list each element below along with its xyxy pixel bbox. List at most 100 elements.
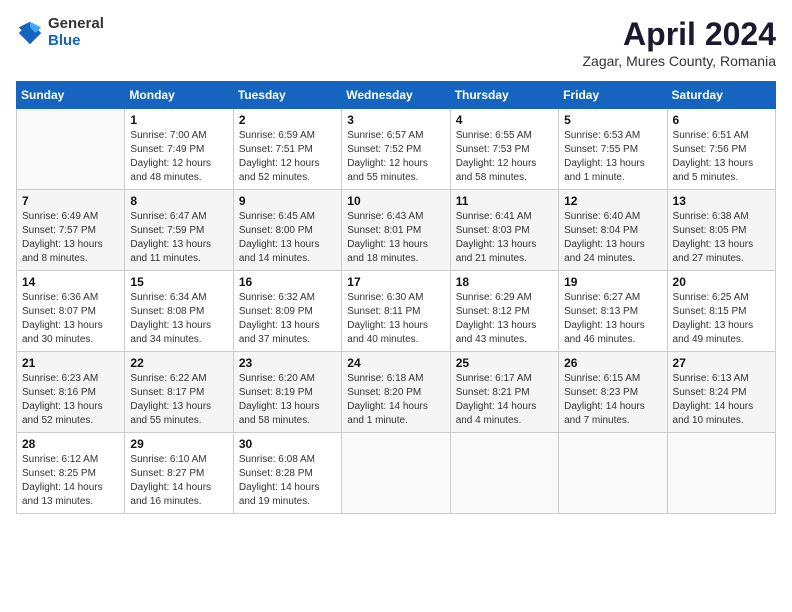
calendar-cell: 14 Sunrise: 6:36 AM Sunset: 8:07 PM Dayli… — [17, 271, 125, 352]
day-number: 2 — [239, 113, 336, 127]
page-header: General Blue April 2024 Zagar, Mures Cou… — [16, 16, 776, 69]
calendar-header-row: Sunday Monday Tuesday Wednesday Thursday… — [17, 82, 776, 109]
calendar-cell: 9 Sunrise: 6:45 AM Sunset: 8:00 PM Daylig… — [233, 190, 341, 271]
day-number: 26 — [564, 356, 661, 370]
day-info: Sunrise: 6:40 AM Sunset: 8:04 PM Dayligh… — [564, 210, 661, 266]
header-saturday: Saturday — [667, 82, 775, 109]
header-sunday: Sunday — [17, 82, 125, 109]
logo: General Blue — [16, 16, 104, 49]
calendar-cell: 2 Sunrise: 6:59 AM Sunset: 7:51 PM Daylig… — [233, 109, 341, 190]
day-number: 4 — [456, 113, 553, 127]
calendar-week-row: 7 Sunrise: 6:49 AM Sunset: 7:57 PM Daylig… — [17, 190, 776, 271]
day-info: Sunrise: 6:15 AM Sunset: 8:23 PM Dayligh… — [564, 372, 661, 428]
day-number: 28 — [22, 437, 119, 451]
day-info: Sunrise: 6:23 AM Sunset: 8:16 PM Dayligh… — [22, 372, 119, 428]
day-number: 6 — [673, 113, 770, 127]
calendar-cell — [450, 433, 558, 514]
day-number: 12 — [564, 194, 661, 208]
calendar-cell — [559, 433, 667, 514]
day-number: 3 — [347, 113, 444, 127]
calendar-cell: 25Sunrise: 6:17 AM Sunset: 8:21 PM Dayli… — [450, 352, 558, 433]
day-info: Sunrise: 6:55 AM Sunset: 7:53 PM Dayligh… — [456, 129, 553, 185]
calendar-cell: 21 Sunrise: 6:23 AM Sunset: 8:16 PM Dayli… — [17, 352, 125, 433]
day-number: 1 — [130, 113, 227, 127]
day-info: Sunrise: 6:49 AM Sunset: 7:57 PM Dayligh… — [22, 210, 119, 266]
calendar-cell: 13 Sunrise: 6:38 AM Sunset: 8:05 PM Dayli… — [667, 190, 775, 271]
calendar-cell: 3 Sunrise: 6:57 AM Sunset: 7:52 PM Daylig… — [342, 109, 450, 190]
day-info: Sunrise: 6:34 AM Sunset: 8:08 PM Dayligh… — [130, 291, 227, 347]
day-info: Sunrise: 6:57 AM Sunset: 7:52 PM Dayligh… — [347, 129, 444, 185]
calendar-week-row: 28 Sunrise: 6:12 AM Sunset: 8:25 PM Dayli… — [17, 433, 776, 514]
calendar-cell: 4 Sunrise: 6:55 AM Sunset: 7:53 PM Daylig… — [450, 109, 558, 190]
calendar-cell: 5 Sunrise: 6:53 AM Sunset: 7:55 PM Daylig… — [559, 109, 667, 190]
header-thursday: Thursday — [450, 82, 558, 109]
day-number: 10 — [347, 194, 444, 208]
day-info: Sunrise: 6:36 AM Sunset: 8:07 PM Dayligh… — [22, 291, 119, 347]
day-number: 11 — [456, 194, 553, 208]
day-info: Sunrise: 6:53 AM Sunset: 7:55 PM Dayligh… — [564, 129, 661, 185]
day-number: 7 — [22, 194, 119, 208]
month-title: April 2024 — [583, 16, 777, 53]
day-info: Sunrise: 6:45 AM Sunset: 8:00 PM Dayligh… — [239, 210, 336, 266]
calendar-week-row: 21 Sunrise: 6:23 AM Sunset: 8:16 PM Dayli… — [17, 352, 776, 433]
calendar-cell: 28 Sunrise: 6:12 AM Sunset: 8:25 PM Dayli… — [17, 433, 125, 514]
day-info: Sunrise: 6:43 AM Sunset: 8:01 PM Dayligh… — [347, 210, 444, 266]
day-number: 8 — [130, 194, 227, 208]
day-number: 9 — [239, 194, 336, 208]
logo-text: General Blue — [48, 16, 104, 49]
day-info: Sunrise: 6:38 AM Sunset: 8:05 PM Dayligh… — [673, 210, 770, 266]
calendar-cell: 12 Sunrise: 6:40 AM Sunset: 8:04 PM Dayli… — [559, 190, 667, 271]
day-number: 25 — [456, 356, 553, 370]
calendar-cell — [667, 433, 775, 514]
calendar-cell: 29 Sunrise: 6:10 AM Sunset: 8:27 PM Dayli… — [125, 433, 233, 514]
calendar-cell: 19Sunrise: 6:27 AM Sunset: 8:13 PM Dayli… — [559, 271, 667, 352]
calendar-cell: 10 Sunrise: 6:43 AM Sunset: 8:01 PM Dayli… — [342, 190, 450, 271]
day-info: Sunrise: 6:30 AM Sunset: 8:11 PM Dayligh… — [347, 291, 444, 347]
calendar-cell: 18 Sunrise: 6:29 AM Sunset: 8:12 PM Dayli… — [450, 271, 558, 352]
logo-icon — [16, 19, 44, 47]
calendar-cell: 8 Sunrise: 6:47 AM Sunset: 7:59 PM Daylig… — [125, 190, 233, 271]
day-info: Sunrise: 6:18 AM Sunset: 8:20 PM Dayligh… — [347, 372, 444, 428]
day-info: Sunrise: 6:25 AM Sunset: 8:15 PM Dayligh… — [673, 291, 770, 347]
day-info: Sunrise: 6:51 AM Sunset: 7:56 PM Dayligh… — [673, 129, 770, 185]
calendar-cell: 24 Sunrise: 6:18 AM Sunset: 8:20 PM Dayli… — [342, 352, 450, 433]
calendar-cell: 11Sunrise: 6:41 AM Sunset: 8:03 PM Dayli… — [450, 190, 558, 271]
day-number: 27 — [673, 356, 770, 370]
day-number: 21 — [22, 356, 119, 370]
day-info: Sunrise: 6:13 AM Sunset: 8:24 PM Dayligh… — [673, 372, 770, 428]
header-tuesday: Tuesday — [233, 82, 341, 109]
day-info: Sunrise: 6:47 AM Sunset: 7:59 PM Dayligh… — [130, 210, 227, 266]
calendar-cell: 30Sunrise: 6:08 AM Sunset: 8:28 PM Dayli… — [233, 433, 341, 514]
day-number: 5 — [564, 113, 661, 127]
day-info: Sunrise: 6:12 AM Sunset: 8:25 PM Dayligh… — [22, 453, 119, 509]
calendar-cell: 16Sunrise: 6:32 AM Sunset: 8:09 PM Dayli… — [233, 271, 341, 352]
day-info: Sunrise: 6:29 AM Sunset: 8:12 PM Dayligh… — [456, 291, 553, 347]
day-info: Sunrise: 6:22 AM Sunset: 8:17 PM Dayligh… — [130, 372, 227, 428]
calendar-cell: 7 Sunrise: 6:49 AM Sunset: 7:57 PM Daylig… — [17, 190, 125, 271]
day-number: 19 — [564, 275, 661, 289]
day-number: 14 — [22, 275, 119, 289]
logo-general: General — [48, 16, 104, 33]
day-info: Sunrise: 7:00 AM Sunset: 7:49 PM Dayligh… — [130, 129, 227, 185]
calendar-cell: 22 Sunrise: 6:22 AM Sunset: 8:17 PM Dayli… — [125, 352, 233, 433]
day-number: 23 — [239, 356, 336, 370]
calendar-cell: 17 Sunrise: 6:30 AM Sunset: 8:11 PM Dayli… — [342, 271, 450, 352]
title-block: April 2024 Zagar, Mures County, Romania — [583, 16, 777, 69]
header-friday: Friday — [559, 82, 667, 109]
day-number: 24 — [347, 356, 444, 370]
day-number: 17 — [347, 275, 444, 289]
day-info: Sunrise: 6:20 AM Sunset: 8:19 PM Dayligh… — [239, 372, 336, 428]
logo-blue: Blue — [48, 33, 104, 50]
day-info: Sunrise: 6:10 AM Sunset: 8:27 PM Dayligh… — [130, 453, 227, 509]
day-info: Sunrise: 6:59 AM Sunset: 7:51 PM Dayligh… — [239, 129, 336, 185]
day-number: 29 — [130, 437, 227, 451]
day-number: 20 — [673, 275, 770, 289]
calendar-cell: 23 Sunrise: 6:20 AM Sunset: 8:19 PM Dayli… — [233, 352, 341, 433]
calendar-week-row: 1 Sunrise: 7:00 AM Sunset: 7:49 PM Daylig… — [17, 109, 776, 190]
calendar-week-row: 14 Sunrise: 6:36 AM Sunset: 8:07 PM Dayli… — [17, 271, 776, 352]
day-number: 18 — [456, 275, 553, 289]
day-number: 13 — [673, 194, 770, 208]
calendar-cell: 20 Sunrise: 6:25 AM Sunset: 8:15 PM Dayli… — [667, 271, 775, 352]
calendar-cell — [17, 109, 125, 190]
day-number: 22 — [130, 356, 227, 370]
